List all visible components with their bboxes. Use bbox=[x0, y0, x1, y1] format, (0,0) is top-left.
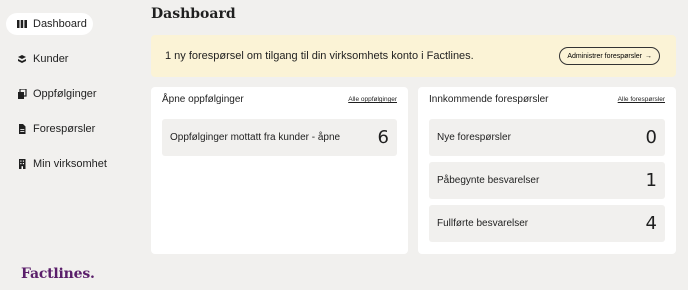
page-title: Dashboard bbox=[151, 6, 236, 22]
stat-row-started-responses[interactable]: Påbegynte besvarelser 1 bbox=[429, 162, 665, 199]
stat-value: 6 bbox=[377, 127, 389, 148]
manage-requests-label: Administrer forespørsler bbox=[567, 52, 642, 60]
arrow-right-icon: → bbox=[645, 52, 652, 60]
stat-label: Fullførte besvarelser bbox=[437, 218, 529, 229]
stat-row-completed-responses[interactable]: Fullførte besvarelser 4 bbox=[429, 205, 665, 242]
dashboard-icon bbox=[17, 19, 27, 29]
sidebar-item-label: Min virksomhet bbox=[33, 158, 107, 170]
card-header: Åpne oppfølginger Alle oppfølginger bbox=[162, 94, 397, 105]
document-icon bbox=[17, 124, 27, 134]
sidebar-item-label: Dashboard bbox=[33, 18, 87, 30]
stat-label: Påbegynte besvarelser bbox=[437, 175, 540, 186]
sidebar-item-min-virksomhet[interactable]: Min virksomhet bbox=[6, 153, 116, 175]
sidebar-item-oppfolginger[interactable]: Oppfølginger bbox=[6, 83, 97, 105]
stat-value: 1 bbox=[645, 170, 657, 191]
sidebar-item-kunder[interactable]: Kunder bbox=[6, 48, 93, 70]
all-followups-link[interactable]: Alle oppfølginger bbox=[348, 96, 397, 103]
stat-row-new-requests[interactable]: Nye forespørsler 0 bbox=[429, 119, 665, 156]
sidebar-item-label: Oppfølginger bbox=[33, 88, 97, 100]
access-request-banner: 1 ny forespørsel om tilgang til din virk… bbox=[151, 35, 676, 77]
card-header: Innkommende forespørsler Alle forespørsl… bbox=[429, 94, 665, 105]
sidebar: Dashboard Kunder Oppfølginger Forespørsl… bbox=[0, 0, 140, 290]
incoming-requests-card: Innkommende forespørsler Alle forespørsl… bbox=[418, 87, 676, 254]
customers-icon bbox=[17, 54, 27, 64]
stat-label: Oppfølginger mottatt fra kunder - åpne bbox=[170, 132, 341, 143]
sidebar-item-dashboard[interactable]: Dashboard bbox=[6, 13, 93, 35]
banner-text: 1 ny forespørsel om tilgang til din virk… bbox=[165, 50, 474, 62]
sidebar-item-label: Kunder bbox=[33, 53, 69, 65]
building-icon bbox=[17, 159, 27, 169]
stat-label: Nye forespørsler bbox=[437, 132, 511, 143]
manage-requests-button[interactable]: Administrer forespørsler → bbox=[559, 47, 660, 65]
all-requests-link[interactable]: Alle forespørsler bbox=[618, 96, 665, 103]
factlines-logo[interactable]: Factlines. bbox=[21, 266, 95, 282]
card-title: Innkommende forespørsler bbox=[429, 94, 549, 105]
followups-icon bbox=[17, 89, 27, 99]
open-followups-card: Åpne oppfølginger Alle oppfølginger Oppf… bbox=[151, 87, 408, 254]
stat-value: 4 bbox=[645, 213, 657, 234]
sidebar-item-foresporsler[interactable]: Forespørsler bbox=[6, 118, 96, 140]
stat-row-followups-open[interactable]: Oppfølginger mottatt fra kunder - åpne 6 bbox=[162, 119, 397, 156]
card-title: Åpne oppfølginger bbox=[162, 94, 244, 105]
stat-value: 0 bbox=[645, 127, 657, 148]
sidebar-item-label: Forespørsler bbox=[33, 123, 96, 135]
